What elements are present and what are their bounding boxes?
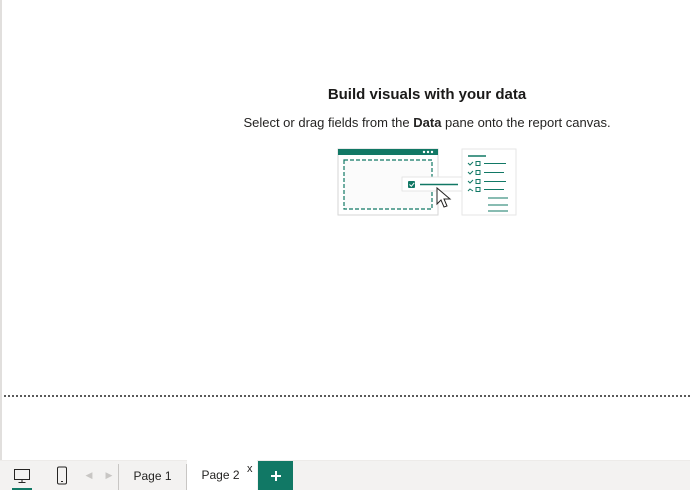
close-page-2-button[interactable]: x [247, 463, 253, 475]
report-canvas[interactable]: Build visuals with your data Select or d… [2, 0, 690, 396]
subtitle-text-before: Select or drag fields from the [243, 115, 414, 130]
desktop-view-button[interactable] [6, 461, 38, 490]
subtitle-text-after: pane onto the report canvas. [441, 115, 611, 130]
empty-state-title: Build visuals with your data [327, 86, 527, 103]
page-boundary-line [4, 395, 690, 397]
drag-fields-illustration [337, 148, 517, 216]
subtitle-data-pane: Data [413, 115, 442, 130]
add-page-button[interactable] [258, 461, 293, 490]
page-tab-bar: ◀ ▶ Page 1 Page 2 x [0, 460, 690, 490]
chevron-right-icon[interactable]: ▶ [100, 461, 118, 490]
tab-page-1[interactable]: Page 1 [119, 461, 186, 490]
phone-icon [57, 466, 67, 484]
monitor-icon [14, 468, 30, 483]
chevron-left-icon[interactable]: ◀ [80, 461, 98, 490]
tab-page-2-label: Page 2 [201, 468, 240, 482]
empty-state-subtitle: Select or drag fields from the Data pane… [2, 114, 690, 132]
mobile-view-button[interactable] [46, 461, 78, 490]
plus-icon [270, 470, 281, 481]
